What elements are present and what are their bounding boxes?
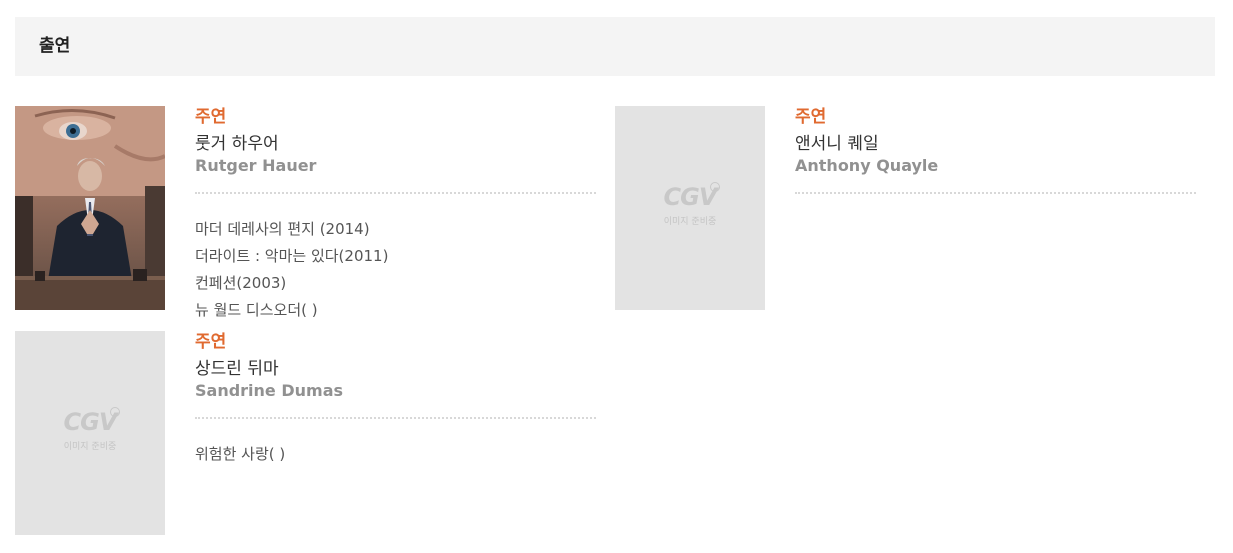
actor-name-english: Sandrine Dumas — [195, 381, 344, 400]
actor-name-english: Rutger Hauer — [195, 156, 317, 175]
filmography-item[interactable]: 컨페션(2003) — [195, 270, 388, 297]
actor-photo-placeholder[interactable]: CGV 이미지 준비중 — [15, 331, 165, 535]
cast-card-sandrine-dumas: CGV 이미지 준비중 주연 상드린 뒤마 Sandrine Dumas 위험한… — [15, 331, 596, 535]
cgv-logo-icon: CGV — [63, 408, 118, 436]
filmography-list: 마더 데레사의 편지 (2014) 더라이트 : 악마는 있다(2011) 컨페… — [195, 216, 388, 324]
filmography-list: 위험한 사랑( ) — [195, 441, 285, 468]
cast-card-rutger-hauer: 주연 룻거 하우어 Rutger Hauer 마더 데레사의 편지 (2014)… — [15, 106, 596, 326]
filmography-item[interactable]: 더라이트 : 악마는 있다(2011) — [195, 243, 388, 270]
actor-name-korean[interactable]: 앤서니 퀘일 — [795, 133, 879, 155]
actor-portrait-image — [15, 106, 165, 310]
dotted-divider — [195, 192, 596, 194]
placeholder-caption: 이미지 준비중 — [663, 217, 717, 227]
actor-photo-placeholder[interactable]: CGV 이미지 준비중 — [615, 106, 765, 310]
filmography-item[interactable]: 위험한 사랑( ) — [195, 441, 285, 468]
filmography-item[interactable]: 뉴 월드 디스오더( ) — [195, 297, 388, 324]
actor-photo[interactable] — [15, 106, 165, 310]
actor-name-english: Anthony Quayle — [795, 156, 939, 175]
role-label: 주연 — [195, 107, 227, 127]
registered-mark-icon — [710, 182, 720, 192]
actor-name-korean[interactable]: 룻거 하우어 — [195, 133, 279, 155]
role-label: 주연 — [795, 107, 827, 127]
filmography-item[interactable]: 마더 데레사의 편지 (2014) — [195, 216, 388, 243]
placeholder-caption: 이미지 준비중 — [63, 442, 117, 452]
cgv-logo-icon: CGV — [663, 183, 718, 211]
dotted-divider — [195, 417, 596, 419]
section-title: 출연 — [39, 36, 71, 56]
cast-card-anthony-quayle: CGV 이미지 준비중 주연 앤서니 퀘일 Anthony Quayle — [615, 106, 1196, 316]
dotted-divider — [795, 192, 1196, 194]
role-label: 주연 — [195, 332, 227, 352]
section-header: 출연 — [15, 17, 1215, 76]
registered-mark-icon — [110, 407, 120, 417]
actor-name-korean[interactable]: 상드린 뒤마 — [195, 358, 279, 380]
